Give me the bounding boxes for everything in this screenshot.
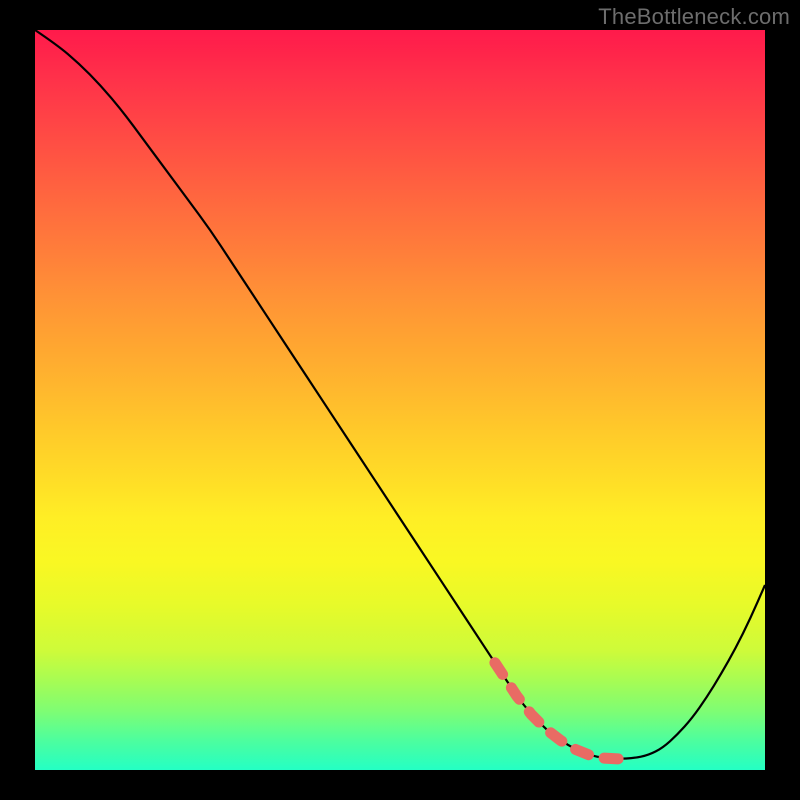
chart-frame: TheBottleneck.com xyxy=(0,0,800,800)
watermark-text: TheBottleneck.com xyxy=(598,4,790,30)
bottleneck-curve xyxy=(35,30,765,770)
curve-highlight-segment xyxy=(495,663,634,759)
curve-line xyxy=(35,30,765,759)
plot-area xyxy=(35,30,765,770)
